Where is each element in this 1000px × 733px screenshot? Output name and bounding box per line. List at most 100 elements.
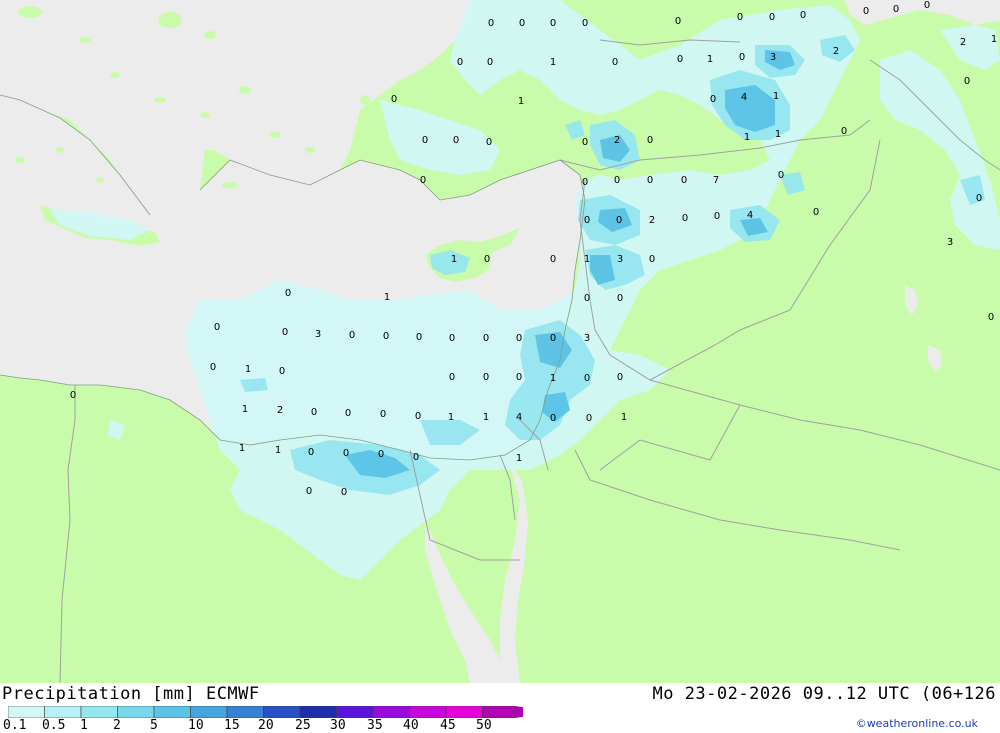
precip-value-label: 0 — [675, 16, 681, 27]
precip-value-label: 0 — [449, 372, 455, 383]
scale-swatch — [153, 706, 191, 718]
precip-value-label: 0 — [550, 413, 556, 424]
precip-value-label: 0 — [582, 18, 588, 29]
precip-value-label: 1 — [744, 132, 750, 143]
precip-value-label: 1 — [550, 57, 556, 68]
precip-value-label: 0 — [422, 135, 428, 146]
precip-value-label: 3 — [617, 254, 623, 265]
precip-value-label: 1 — [621, 412, 627, 423]
precip-value-label: 0 — [778, 170, 784, 181]
precip-value-label: 2 — [833, 46, 839, 57]
precip-value-label: 0 — [383, 331, 389, 342]
scale-swatch — [80, 706, 118, 718]
scale-swatch — [372, 706, 410, 718]
precip-value-label: 0 — [487, 57, 493, 68]
precip-value-label: 0 — [893, 4, 899, 15]
scale-tick-label: 50 — [476, 718, 492, 733]
scale-tick-label: 2 — [113, 718, 121, 733]
scale-swatch — [263, 706, 301, 718]
scale-swatch — [226, 706, 264, 718]
precip-value-label: 0 — [349, 330, 355, 341]
precip-value-label: 0 — [584, 373, 590, 384]
scale-swatch — [8, 706, 45, 718]
precip-value-label: 0 — [210, 362, 216, 373]
precip-value-label: 4 — [516, 412, 522, 423]
precip-value-label: 1 — [242, 404, 248, 415]
scale-tick-label: 5 — [150, 718, 158, 733]
precip-value-label: 0 — [345, 408, 351, 419]
scale-tick-label: 0.1 — [3, 718, 27, 733]
precip-value-label: 1 — [707, 54, 713, 65]
precip-value-label: 0 — [550, 254, 556, 265]
precip-value-label: 1 — [483, 412, 489, 423]
precip-value-label: 0 — [378, 449, 384, 460]
precip-value-label: 3 — [770, 52, 776, 63]
precip-value-label: 0 — [649, 254, 655, 265]
scale-swatch — [44, 706, 82, 718]
precip-value-label: 0 — [279, 366, 285, 377]
precip-value-label: 0 — [586, 413, 592, 424]
precip-value-label: 1 — [773, 91, 779, 102]
precip-value-label: 0 — [988, 312, 994, 323]
precip-value-label: 7 — [713, 175, 719, 186]
precip-value-label: 0 — [420, 175, 426, 186]
precip-value-label: 3 — [584, 333, 590, 344]
precip-value-label: 0 — [582, 177, 588, 188]
precip-value-label: 0 — [486, 137, 492, 148]
precip-value-label: 0 — [380, 409, 386, 420]
precip-value-label: 0 — [924, 0, 930, 11]
scale-swatch — [336, 706, 374, 718]
precip-value-label: 0 — [285, 288, 291, 299]
scale-tick-label: 0.5 — [42, 718, 66, 733]
precip-value-label: 0 — [739, 52, 745, 63]
precip-value-label: 0 — [682, 213, 688, 224]
precip-value-label: 1 — [991, 34, 997, 45]
precip-value-label: 0 — [813, 207, 819, 218]
precip-value-label: 0 — [516, 333, 522, 344]
scale-swatch — [190, 706, 228, 718]
scale-tick-label: 25 — [295, 718, 311, 733]
scale-tick-label: 35 — [367, 718, 383, 733]
precip-value-label: 0 — [863, 6, 869, 17]
precip-value-label: 0 — [391, 94, 397, 105]
precip-value-label: 0 — [976, 193, 982, 204]
scale-swatch — [299, 706, 337, 718]
precip-value-label: 0 — [308, 447, 314, 458]
precip-value-label: 0 — [617, 372, 623, 383]
precip-value-label: 0 — [681, 175, 687, 186]
precip-value-label: 0 — [306, 486, 312, 497]
precip-value-label: 0 — [737, 12, 743, 23]
precip-value-label: 0 — [964, 76, 970, 87]
scale-tick-label: 20 — [258, 718, 274, 733]
scale-arrow — [515, 706, 523, 718]
precip-value-label: 1 — [448, 412, 454, 423]
credit-link[interactable]: ©weatheronline.co.uk — [856, 717, 978, 730]
precip-value-label: 1 — [550, 373, 556, 384]
map-title: Precipitation [mm] ECMWF — [2, 684, 260, 704]
color-scale — [8, 706, 523, 718]
precip-value-label: 0 — [70, 390, 76, 401]
precip-value-label: 1 — [275, 445, 281, 456]
scale-tick-label: 45 — [440, 718, 456, 733]
precip-value-label: 0 — [311, 407, 317, 418]
precip-value-label: 4 — [741, 92, 747, 103]
scale-tick-label: 15 — [224, 718, 240, 733]
scale-tick-label: 1 — [80, 718, 88, 733]
scale-swatch — [117, 706, 155, 718]
precip-value-label: 0 — [416, 332, 422, 343]
scale-tick-label: 30 — [330, 718, 346, 733]
precip-value-label: 0 — [800, 10, 806, 21]
precip-value-label: 2 — [649, 215, 655, 226]
precip-value-label: 0 — [449, 333, 455, 344]
precip-value-label: 0 — [282, 327, 288, 338]
precip-value-label: 0 — [614, 175, 620, 186]
precip-value-label: 0 — [841, 126, 847, 137]
precip-value-label: 1 — [245, 364, 251, 375]
precip-value-label: 0 — [488, 18, 494, 29]
precip-value-label: 0 — [710, 94, 716, 105]
scale-swatch — [445, 706, 483, 718]
precip-value-label: 0 — [214, 322, 220, 333]
precip-value-label: 0 — [617, 293, 623, 304]
precip-value-label: 0 — [484, 254, 490, 265]
precip-value-label: 2 — [614, 135, 620, 146]
